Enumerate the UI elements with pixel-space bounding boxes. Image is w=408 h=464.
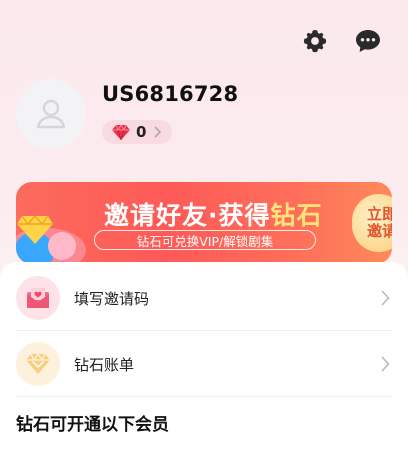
chevron-right-icon xyxy=(381,356,390,372)
banner-subtitle: 钻石可兑换VIP/解锁剧集 xyxy=(94,230,316,250)
envelope-icon xyxy=(16,276,60,320)
gift-icon xyxy=(16,214,86,264)
avatar[interactable] xyxy=(16,79,86,149)
invite-now-line1: 立即 xyxy=(367,205,392,223)
enter-invite-code-item[interactable]: 填写邀请码 xyxy=(16,266,392,330)
divider xyxy=(16,330,392,331)
chat-bubble-icon xyxy=(356,30,380,52)
user-icon xyxy=(36,99,66,129)
section-title: 钻石可开通以下会员 xyxy=(16,415,169,435)
diamond-bill-item[interactable]: 钻石账单 xyxy=(16,332,392,396)
settings-button[interactable] xyxy=(300,26,330,56)
chevron-right-icon xyxy=(154,126,162,138)
user-id: US6816728 xyxy=(102,82,239,106)
invite-now-label: 立即 邀请 xyxy=(367,206,392,240)
invite-friends-banner[interactable]: 邀请好友·获得钻石 钻石可兑换VIP/解锁剧集 立即 邀请 xyxy=(16,182,392,264)
invite-now-button[interactable]: 立即 邀请 xyxy=(352,194,392,252)
menu-item-label: 填写邀请码 xyxy=(74,289,150,308)
invite-now-line2: 邀请 xyxy=(367,222,392,240)
diamond-balance-button[interactable]: 0 xyxy=(102,120,172,144)
diamond-count: 0 xyxy=(136,123,147,141)
chevron-right-icon xyxy=(381,290,390,306)
diamond-icon xyxy=(16,342,60,386)
divider xyxy=(16,396,392,397)
messages-button[interactable] xyxy=(353,26,383,56)
banner-title-text: 邀请好友·获得 xyxy=(104,201,271,230)
diamond-icon xyxy=(112,124,130,140)
gear-icon xyxy=(303,29,327,53)
menu-item-label: 钻石账单 xyxy=(74,355,135,374)
banner-title-highlight: 钻石 xyxy=(270,201,323,230)
banner-title: 邀请好友·获得钻石 xyxy=(104,196,323,232)
